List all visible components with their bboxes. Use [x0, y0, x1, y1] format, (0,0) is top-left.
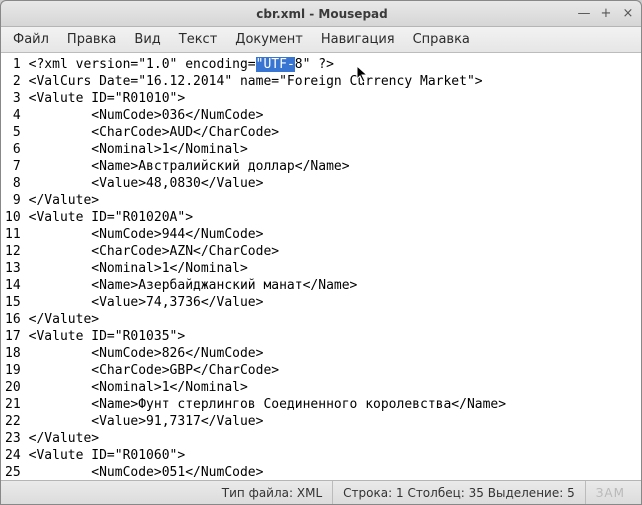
- menu-edit[interactable]: Правка: [59, 29, 124, 50]
- menubar: Файл Правка Вид Текст Документ Навигация…: [1, 27, 641, 53]
- close-button[interactable]: ×: [621, 7, 635, 21]
- line-number-gutter: 1 2 3 4 5 6 7 8 9 10 11 12 13 14 15 16 1…: [1, 54, 27, 480]
- status-line-value: 1: [396, 486, 404, 500]
- status-filetype-label: Тип файла:: [222, 486, 293, 500]
- menu-navigate[interactable]: Навигация: [313, 29, 403, 50]
- status-filetype: Тип файла: XML: [212, 481, 332, 504]
- status-line-label: Строка:: [343, 486, 392, 500]
- status-filetype-value: XML: [297, 486, 322, 500]
- window-title: cbr.xml - Mousepad: [67, 7, 577, 21]
- statusbar: Тип файла: XML Строка: 1 Столбец: 35 Выд…: [1, 480, 641, 504]
- menu-file[interactable]: Файл: [5, 29, 57, 50]
- minimize-button[interactable]: —: [577, 7, 591, 21]
- text-editor[interactable]: 1 2 3 4 5 6 7 8 9 10 11 12 13 14 15 16 1…: [1, 53, 641, 480]
- window-controls: — + ×: [577, 7, 635, 21]
- menu-text[interactable]: Текст: [171, 29, 226, 50]
- status-overwrite: ЗАМ: [585, 481, 635, 504]
- menu-view[interactable]: Вид: [126, 29, 168, 50]
- titlebar: cbr.xml - Mousepad — + ×: [1, 1, 641, 27]
- status-col-value: 35: [469, 486, 484, 500]
- maximize-button[interactable]: +: [599, 7, 613, 21]
- menu-document[interactable]: Документ: [227, 29, 311, 50]
- status-selection-value: 5: [567, 486, 575, 500]
- menu-help[interactable]: Справка: [405, 29, 478, 50]
- code-area[interactable]: <?xml version="1.0" encoding="UTF-8" ?><…: [27, 54, 506, 480]
- status-selection-label: Выделение:: [488, 486, 564, 500]
- status-position: Строка: 1 Столбец: 35 Выделение: 5: [332, 481, 585, 504]
- status-col-label: Столбец:: [407, 486, 464, 500]
